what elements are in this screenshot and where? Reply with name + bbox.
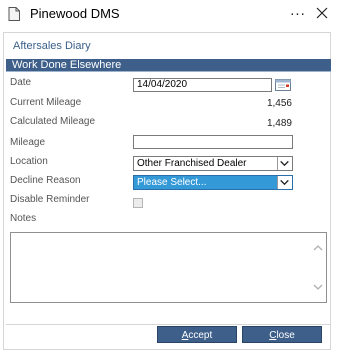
scroll-up-icon[interactable] — [312, 243, 324, 253]
close-label-rest: lose — [276, 330, 295, 341]
disable-reminder-checkbox[interactable] — [133, 198, 143, 208]
footer-divider — [6, 324, 331, 325]
decline-reason-select[interactable]: Please Select... — [133, 175, 293, 190]
close-window-icon[interactable] — [312, 3, 332, 23]
section-header: Work Done Elsewhere — [6, 59, 331, 71]
pinewood-dms-window: Pinewood DMS ... Aftersales Diary Work D… — [0, 0, 337, 357]
scroll-down-icon[interactable] — [312, 282, 324, 292]
mileage-field[interactable] — [133, 135, 293, 149]
location-dropdown-arrow[interactable] — [277, 157, 292, 170]
more-options-button[interactable]: ... — [290, 2, 306, 24]
location-label: Location — [10, 156, 48, 167]
current-mileage-label: Current Mileage — [10, 97, 82, 108]
notes-label: Notes — [10, 213, 37, 224]
decline-reason-selected-value: Please Select... — [137, 177, 207, 188]
window-title: Pinewood DMS — [30, 6, 120, 21]
dialog-title: Aftersales Diary — [13, 40, 91, 52]
accept-button[interactable]: Accept — [157, 326, 237, 343]
decline-reason-dropdown-arrow[interactable] — [277, 176, 292, 189]
location-select[interactable]: Other Franchised Dealer — [133, 156, 293, 171]
calculated-mileage-label: Calculated Mileage — [10, 116, 96, 127]
date-field[interactable]: 14/04/2020 — [133, 78, 272, 92]
chevron-down-icon — [280, 160, 289, 167]
section-divider — [6, 71, 331, 72]
mileage-label: Mileage — [10, 137, 46, 148]
location-selected-value: Other Franchised Dealer — [137, 158, 247, 169]
current-mileage-value: 1,456 — [266, 98, 292, 109]
document-icon — [8, 7, 20, 21]
decline-reason-label: Decline Reason — [10, 175, 81, 186]
chevron-down-icon — [280, 179, 289, 186]
date-label: Date — [10, 77, 32, 88]
notes-textarea[interactable] — [10, 232, 327, 303]
calculated-mileage-value: 1,489 — [266, 118, 292, 129]
accept-label-rest: ccept — [188, 330, 213, 341]
title-bar: Pinewood DMS ... — [0, 0, 337, 28]
disable-reminder-label: Disable Reminder — [10, 194, 90, 205]
calendar-icon[interactable] — [275, 79, 291, 91]
close-button[interactable]: Close — [242, 326, 322, 343]
